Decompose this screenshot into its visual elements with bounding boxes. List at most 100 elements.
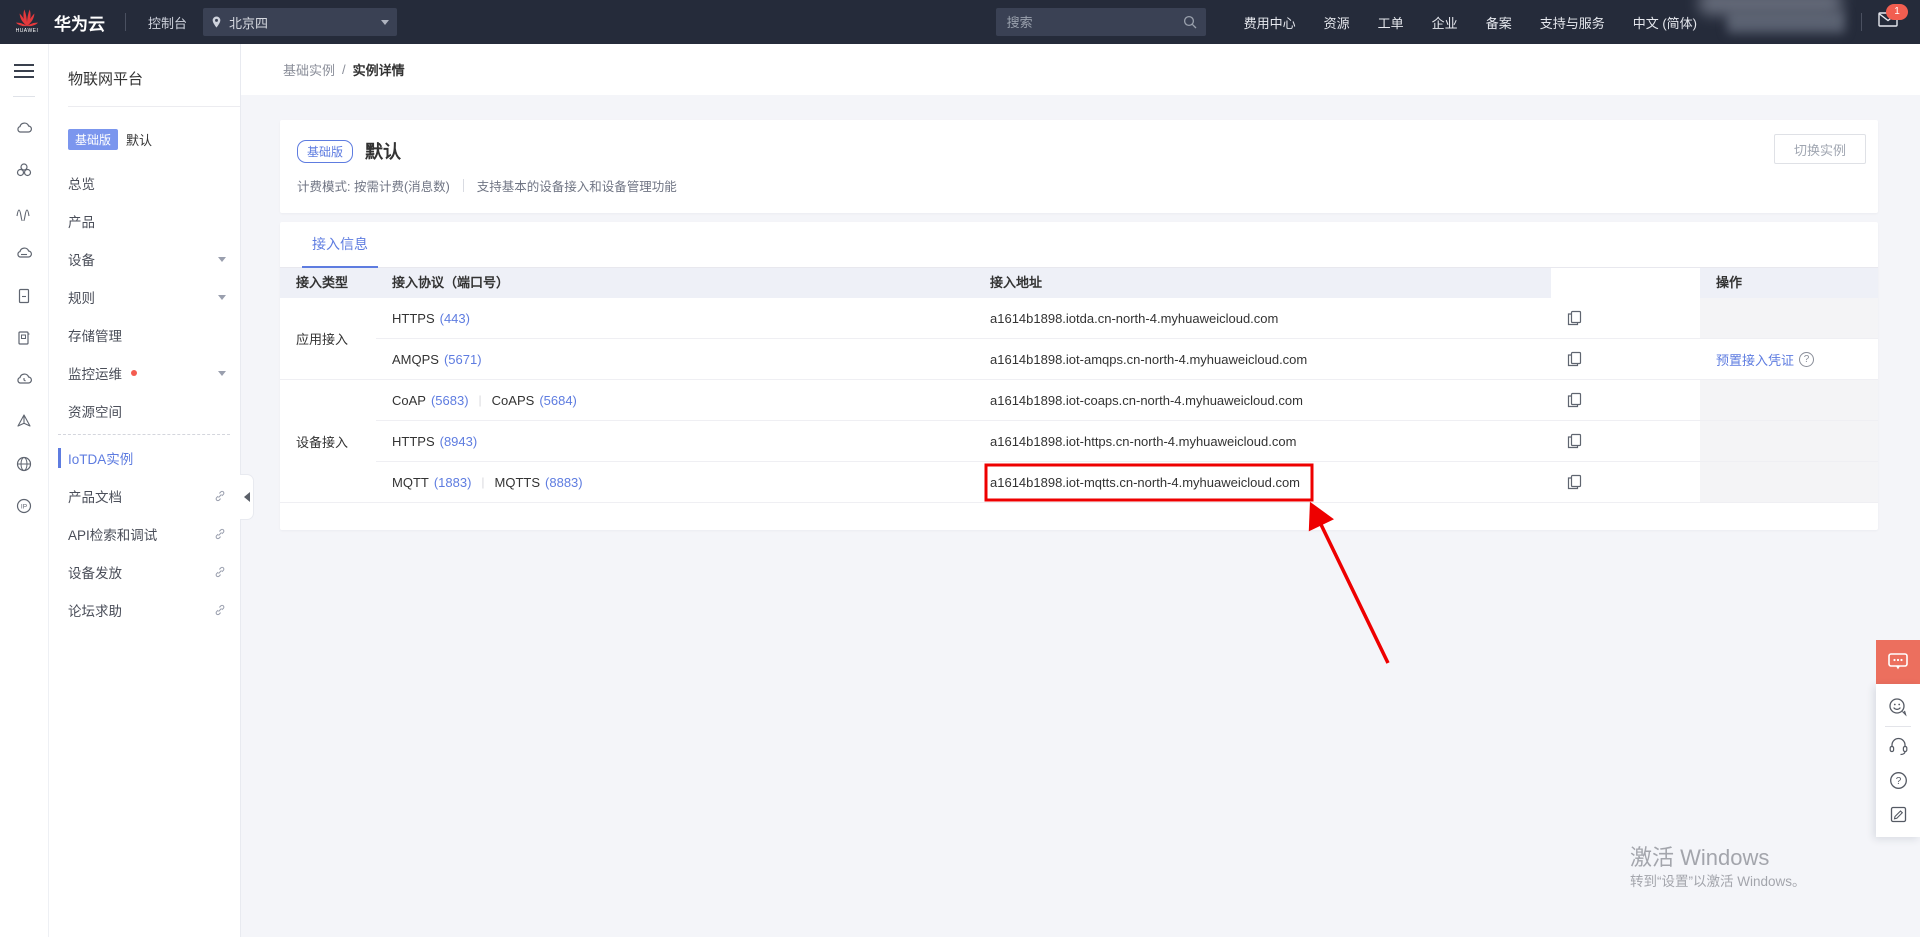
icon-rail: IP — [0, 44, 49, 937]
search-icon[interactable] — [1183, 15, 1197, 29]
global-search[interactable] — [995, 8, 1206, 36]
access-table: 应用接入 HTTPS (443) a1614b1898.iotda.cn-north-… — [280, 298, 1878, 503]
sidebar-item-resource-spaces[interactable]: 资源空间 — [48, 392, 240, 430]
sidebar-item-label: 存储管理 — [68, 329, 122, 344]
search-input[interactable] — [1004, 13, 1183, 31]
region-selector[interactable]: 北京四 — [203, 8, 398, 36]
location-pin-icon — [212, 16, 221, 28]
chevron-left-icon — [243, 492, 250, 502]
sidebar-item-api-explorer[interactable]: API检索和调试 — [48, 515, 240, 553]
tab-access-info[interactable]: 接入信息 — [302, 234, 378, 268]
address-cell: a1614b1898.iot-amqps.cn-north-4.myhuawei… — [974, 339, 1551, 380]
preset-credential-link[interactable]: 预置接入凭证 — [1716, 350, 1794, 369]
copy-button[interactable] — [1567, 433, 1582, 449]
smiley-chat-icon — [1889, 698, 1907, 717]
sidebar-title: 物联网平台 — [68, 71, 144, 88]
copy-cell — [1551, 339, 1700, 380]
support-button[interactable] — [1876, 729, 1920, 763]
protocol-port: (5671) — [443, 351, 482, 367]
sidebar-item-product-docs[interactable]: 产品文档 — [48, 477, 240, 515]
svg-text:?: ? — [1895, 776, 1901, 787]
ip-icon[interactable]: IP — [0, 485, 48, 527]
tenant-icon[interactable] — [0, 149, 48, 191]
topbar-link[interactable]: 中文 (简体) — [1633, 13, 1697, 32]
sidebar-item-overview[interactable]: 总览 — [48, 164, 240, 202]
overview-cloud-icon[interactable] — [0, 107, 48, 149]
sidebar-item-rules[interactable]: 规则 — [48, 278, 240, 316]
menu-icon[interactable] — [14, 60, 34, 82]
sidebar-item-storage[interactable]: 存储管理 — [48, 316, 240, 354]
sidebar-item-monitor-om[interactable]: 监控运维 — [48, 354, 240, 392]
active-indicator — [58, 448, 61, 468]
huawei-logo[interactable]: HUAWEI — [12, 7, 42, 37]
external-link-icon — [214, 566, 226, 578]
access-address: a1614b1898.iot-coaps.cn-north-4.myhuawei… — [990, 392, 1303, 408]
protocol-port: (1883) — [433, 474, 472, 490]
svg-text:IP: IP — [21, 504, 27, 511]
breadcrumb-parent[interactable]: 基础实例 — [283, 60, 335, 79]
copy-button[interactable] — [1567, 392, 1582, 408]
copy-button[interactable] — [1567, 310, 1582, 326]
cloud-server-icon[interactable] — [0, 233, 48, 275]
sidebar-collapse-handle[interactable] — [240, 474, 254, 520]
sidebar-item-device-provisioning[interactable]: 设备发放 — [48, 553, 240, 591]
sidebar-item-devices[interactable]: 设备 — [48, 240, 240, 278]
globe-icon[interactable] — [0, 443, 48, 485]
brand-title[interactable]: 华为云 — [54, 10, 105, 35]
notebook-icon[interactable] — [0, 317, 48, 359]
headset-icon — [1889, 737, 1907, 755]
tab-bar: 接入信息 — [280, 222, 1878, 268]
messages-button[interactable]: 1 — [1878, 4, 1908, 32]
help-button[interactable]: ? — [1876, 763, 1920, 797]
windows-activation-subtitle: 转到“设置”以激活 Windows。 — [1630, 874, 1806, 889]
chevron-down-icon — [218, 370, 226, 376]
copy-button[interactable] — [1567, 351, 1582, 367]
switch-instance-button[interactable]: 切换实例 — [1774, 134, 1866, 164]
topbar-link[interactable]: 企业 — [1432, 13, 1458, 32]
chevron-down-icon — [218, 256, 226, 262]
access-address: a1614b1898.iot-mqtts.cn-north-4.myhuawei… — [990, 474, 1301, 490]
column-header-protocol: 接入协议（端口号） — [376, 268, 974, 298]
survey-button[interactable] — [1876, 797, 1920, 831]
breadcrumb-current: 实例详情 — [352, 63, 405, 78]
billing-mode-text: 计费模式: 按需计费(消息数) — [297, 180, 450, 194]
help-question-icon[interactable]: ? — [1799, 351, 1815, 367]
protocol-cell: CoAP (5683) | CoAPS (5684) — [376, 380, 974, 421]
action-cell: 预置接入凭证? — [1700, 339, 1878, 380]
external-link-icon — [214, 528, 226, 540]
chat-feedback-button[interactable] — [1876, 640, 1920, 684]
sidebar-item-label: API检索和调试 — [68, 528, 158, 543]
waves-icon[interactable] — [0, 191, 48, 233]
copy-cell — [1551, 380, 1700, 421]
console-link[interactable]: 控制台 — [148, 13, 187, 32]
topbar-link[interactable]: 资源 — [1324, 13, 1350, 32]
sidebar-item-products[interactable]: 产品 — [48, 202, 240, 240]
document-icon[interactable] — [0, 275, 48, 317]
alert-dot-icon — [131, 370, 137, 376]
chevron-down-icon — [218, 294, 226, 300]
copy-button[interactable] — [1567, 474, 1582, 490]
edition-badge: 基础版 — [297, 139, 354, 163]
protocol-name: MQTTS — [494, 474, 541, 490]
column-header-type: 接入类型 — [280, 268, 376, 298]
chevron-down-icon — [381, 19, 390, 25]
topbar-link[interactable]: 支持与服务 — [1540, 13, 1605, 32]
smiley-feedback-button[interactable] — [1876, 690, 1920, 724]
sidebar-item-forum-help[interactable]: 论坛求助 — [48, 591, 240, 629]
sidebar-item-label: 资源空间 — [68, 405, 122, 420]
send-pyramid-icon[interactable] — [0, 401, 48, 443]
protocol-cell: HTTPS (8943) — [376, 421, 974, 462]
column-header-address: 接入地址 — [974, 268, 1551, 298]
action-cell — [1700, 421, 1878, 462]
access-address: a1614b1898.iot-amqps.cn-north-4.myhuawei… — [990, 351, 1308, 367]
sidebar-item-iotda-instances[interactable]: IoTDA实例 — [48, 439, 240, 477]
cloud-monitor-icon[interactable] — [0, 359, 48, 401]
address-cell: a1614b1898.iotda.cn-north-4.myhuaweiclou… — [974, 298, 1551, 339]
topbar-link[interactable]: 费用中心 — [1244, 13, 1296, 32]
sidebar-item-label: IoTDA实例 — [68, 452, 134, 467]
access-info-card: 接入信息 接入类型 接入协议（端口号） 接入地址 操作 应用接入 HTTPS (443) a… — [280, 222, 1878, 530]
column-header-copyh — [1551, 268, 1700, 298]
topbar-link[interactable]: 工单 — [1378, 13, 1404, 32]
topbar-link[interactable]: 备案 — [1486, 13, 1512, 32]
breadcrumb-separator: / — [342, 62, 346, 77]
